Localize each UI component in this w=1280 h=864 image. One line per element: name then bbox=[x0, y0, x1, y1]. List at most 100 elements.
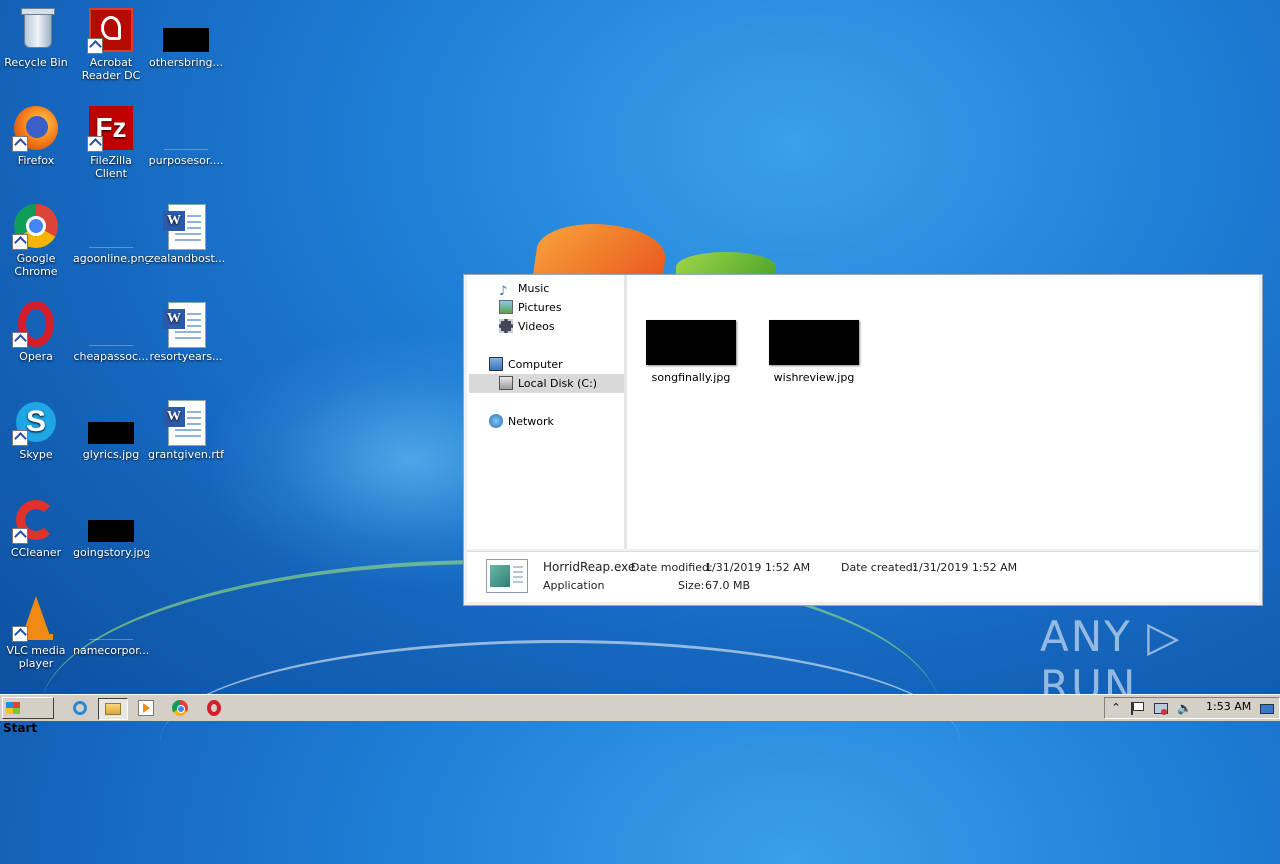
shortcut-arrow-icon bbox=[12, 528, 28, 544]
network-icon bbox=[489, 414, 503, 428]
file-icon bbox=[162, 104, 210, 152]
ccleaner-icon bbox=[12, 496, 60, 544]
windows-logo-icon bbox=[6, 702, 20, 714]
details-filename: HorridReap.exe bbox=[543, 560, 636, 574]
opera-icon[interactable] bbox=[204, 698, 224, 718]
show-desktop-icon[interactable] bbox=[1259, 701, 1274, 715]
shortcut-arrow-icon bbox=[12, 136, 28, 152]
details-size-value: 67.0 MB bbox=[705, 579, 751, 592]
details-type: Application bbox=[543, 579, 605, 592]
desktop-icon-label: resortyears... bbox=[149, 350, 223, 363]
details-created-label: Date created: bbox=[841, 561, 917, 574]
desktop-icon-skype[interactable]: S Skype bbox=[0, 398, 74, 461]
file-item[interactable]: wishreview.jpg bbox=[758, 320, 870, 384]
nav-item-videos[interactable]: Videos bbox=[499, 317, 555, 336]
desktop-icon-label: purposesor.... bbox=[148, 154, 224, 167]
desktop-icon-grantgiven[interactable]: W grantgiven.rtf bbox=[148, 398, 224, 461]
desktop-icon-label: Firefox bbox=[17, 154, 55, 167]
shortcut-arrow-icon bbox=[12, 234, 28, 250]
shortcut-arrow-icon bbox=[87, 136, 103, 152]
desktop-icon-resortyears[interactable]: W resortyears... bbox=[148, 300, 224, 363]
details-modified-label: Date modified: bbox=[631, 561, 713, 574]
start-button[interactable]: Start bbox=[2, 697, 54, 735]
local-disk-icon bbox=[499, 376, 513, 390]
image-thumbnail bbox=[769, 320, 859, 365]
desktop-icon-label: cheapassoc... bbox=[73, 350, 149, 363]
desktop-icon-label: Skype bbox=[19, 448, 53, 461]
desktop-icon-filezilla[interactable]: Fz FileZilla Client bbox=[73, 104, 149, 180]
word-document-icon: W bbox=[162, 398, 210, 446]
image-thumbnail bbox=[646, 320, 736, 365]
explorer-icon[interactable] bbox=[98, 698, 128, 720]
taskbar: Start ⌃ 🔈 1:53 AM bbox=[0, 694, 1280, 735]
pictures-icon bbox=[499, 300, 513, 314]
desktop-icon-ccleaner[interactable]: CCleaner bbox=[0, 496, 74, 559]
desktop-icon-cheapassoc[interactable]: cheapassoc... bbox=[73, 300, 149, 363]
desktop-icon-recycle-bin[interactable]: Recycle Bin bbox=[0, 6, 74, 69]
desktop-icon-vlc[interactable]: VLC media player bbox=[0, 594, 74, 670]
desktop-icon-acrobat[interactable]: Acrobat Reader DC bbox=[73, 6, 149, 82]
desktop-icon-firefox[interactable]: Firefox bbox=[0, 104, 74, 167]
desktop-icon-label: zealandbost... bbox=[148, 252, 224, 265]
chrome-icon bbox=[12, 202, 60, 250]
nav-item-pictures[interactable]: Pictures bbox=[499, 298, 562, 317]
shortcut-arrow-icon bbox=[12, 332, 28, 348]
file-icon bbox=[87, 300, 135, 348]
application-icon bbox=[486, 559, 528, 593]
action-center-flag-icon[interactable] bbox=[1129, 701, 1144, 715]
volume-icon[interactable]: 🔈 bbox=[1177, 701, 1192, 715]
desktop-icon-chrome[interactable]: Google Chrome bbox=[0, 202, 74, 278]
desktop-icon-purposesor[interactable]: purposesor.... bbox=[148, 104, 224, 167]
word-document-icon: W bbox=[162, 300, 210, 348]
file-icon bbox=[87, 594, 135, 642]
opera-icon bbox=[12, 300, 60, 348]
desktop-icon-label: othersbring... bbox=[148, 56, 224, 69]
desktop-icon-label: agoonline.png bbox=[73, 252, 149, 265]
music-icon: ♪ bbox=[499, 284, 508, 299]
clock[interactable]: 1:53 AM bbox=[1206, 700, 1251, 713]
computer-icon bbox=[489, 357, 503, 371]
media-player-icon[interactable] bbox=[136, 698, 156, 718]
desktop-icon-namecorpor[interactable]: namecorpor... bbox=[73, 594, 149, 657]
details-size-label: Size: bbox=[678, 579, 705, 592]
image-file-icon bbox=[87, 496, 135, 544]
desktop-icon-label: VLC media player bbox=[6, 644, 66, 670]
file-name: wishreview.jpg bbox=[773, 371, 855, 384]
nav-item-network[interactable]: Network bbox=[489, 412, 554, 431]
filezilla-icon: Fz bbox=[87, 104, 135, 152]
desktop-icon-label: Acrobat Reader DC bbox=[81, 56, 141, 82]
skype-icon: S bbox=[12, 398, 60, 446]
acrobat-icon bbox=[87, 6, 135, 54]
desktop-icon-label: Recycle Bin bbox=[4, 56, 68, 69]
desktop-icon-opera[interactable]: Opera bbox=[0, 300, 74, 363]
shortcut-arrow-icon bbox=[87, 38, 103, 54]
show-hidden-icons-icon[interactable]: ⌃ bbox=[1109, 701, 1123, 715]
file-name: songfinally.jpg bbox=[651, 371, 731, 384]
nav-item-music[interactable]: ♪ Music bbox=[499, 279, 549, 299]
desktop-icon-agoonline[interactable]: agoonline.png bbox=[73, 202, 149, 265]
desktop-icon-label: goingstory.jpg bbox=[73, 546, 149, 559]
desktop-icon-goingstory[interactable]: goingstory.jpg bbox=[73, 496, 149, 559]
system-tray: ⌃ 🔈 1:53 AM bbox=[1104, 697, 1280, 719]
image-file-icon bbox=[87, 202, 135, 250]
details-created-value: 1/31/2019 1:52 AM bbox=[912, 561, 1018, 574]
network-status-icon[interactable] bbox=[1153, 701, 1168, 715]
file-item[interactable]: songfinally.jpg bbox=[635, 320, 747, 384]
desktop-icon-label: glyrics.jpg bbox=[82, 448, 140, 461]
desktop-icon-othersbring[interactable]: othersbring... bbox=[148, 6, 224, 69]
details-modified-value: 1/31/2019 1:52 AM bbox=[705, 561, 811, 574]
chrome-icon[interactable] bbox=[170, 698, 190, 718]
shortcut-arrow-icon bbox=[12, 430, 28, 446]
image-file-icon bbox=[87, 398, 135, 446]
ie-icon[interactable] bbox=[70, 698, 90, 718]
navigation-pane: ♪ Music Pictures Videos Computer Local Di… bbox=[467, 275, 624, 549]
desktop-icon-label: Opera bbox=[19, 350, 53, 363]
shortcut-arrow-icon bbox=[12, 626, 28, 642]
nav-item-computer[interactable]: Computer bbox=[489, 355, 563, 374]
recycle-bin-icon bbox=[12, 6, 60, 54]
desktop-icon-glyrics[interactable]: glyrics.jpg bbox=[73, 398, 149, 461]
wallpaper-arc-light bbox=[160, 640, 960, 843]
desktop-icon-zealandbost[interactable]: W zealandbost... bbox=[148, 202, 224, 265]
image-file-icon bbox=[162, 6, 210, 54]
nav-item-local-disk[interactable]: Local Disk (C:) bbox=[469, 374, 624, 393]
